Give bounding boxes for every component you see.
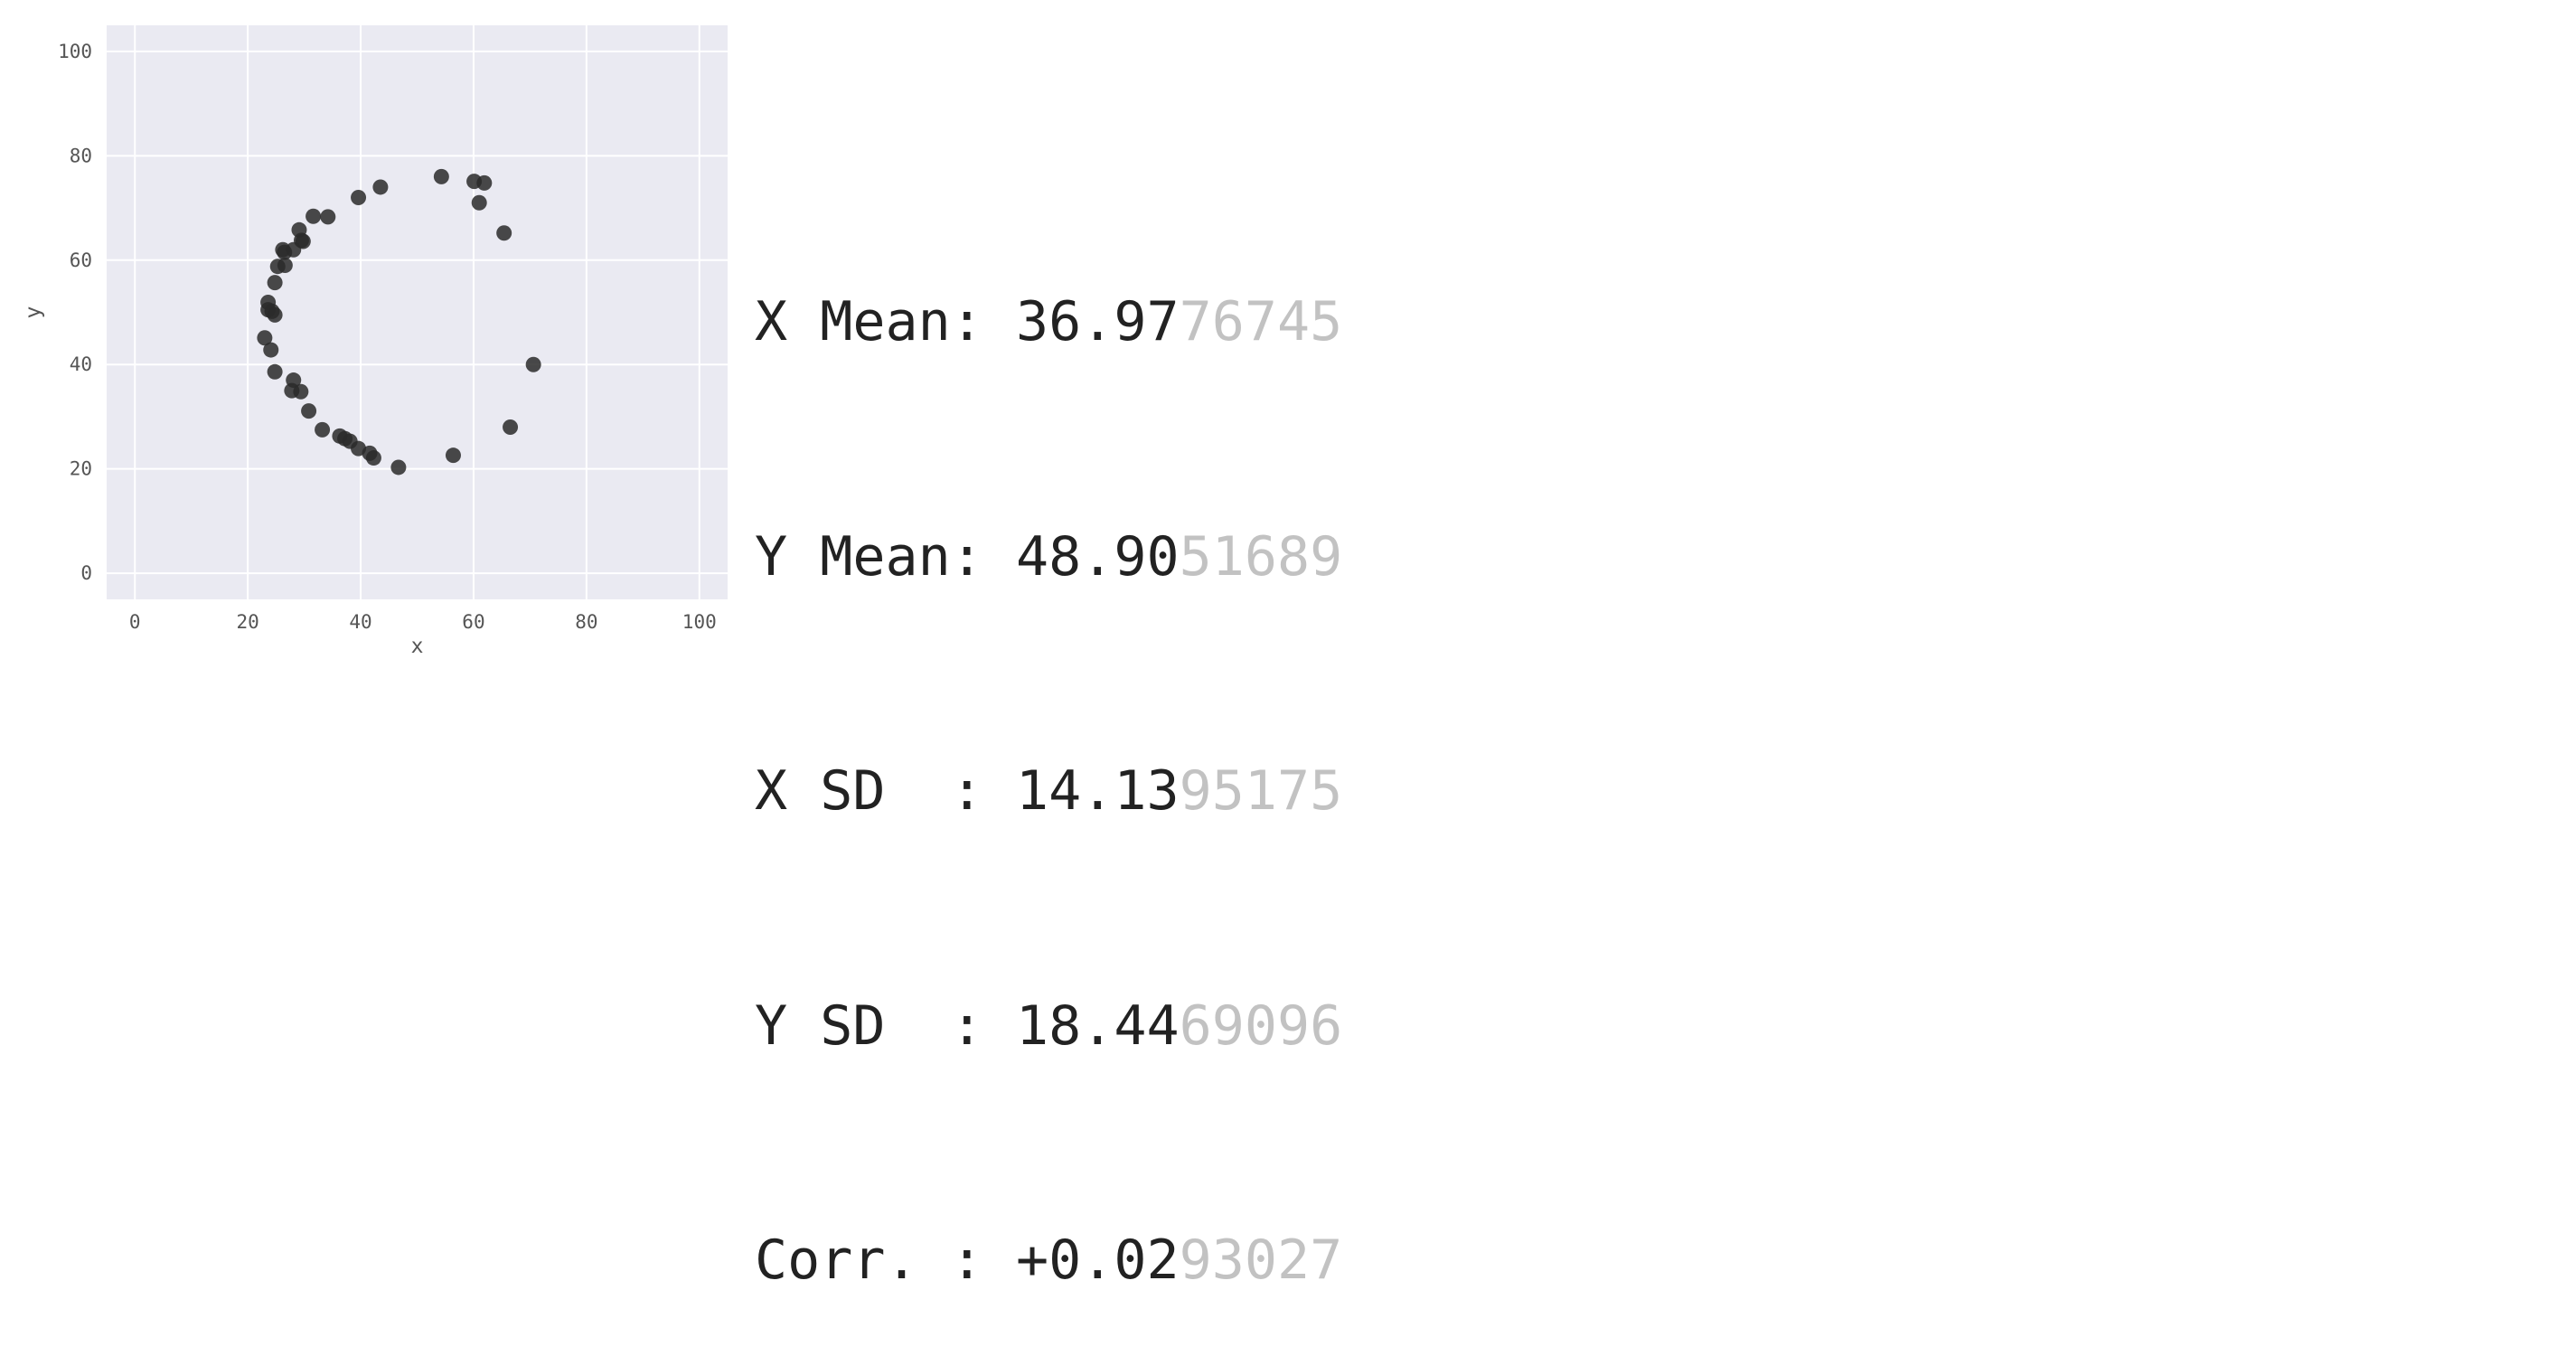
stat-row-x-sd: X SD : 14.1395175 [755, 752, 1342, 831]
data-point [293, 383, 309, 400]
data-point [277, 244, 293, 260]
stat-value-faded: 93027 [1179, 1229, 1343, 1292]
chart-svg: 0 20 40 60 80 100 0 20 40 60 80 100 x y [22, 25, 728, 658]
stat-label: X SD : [755, 759, 1016, 823]
data-point [525, 356, 541, 372]
data-point [269, 259, 286, 275]
y-tick-label: 80 [70, 145, 92, 166]
data-point [306, 208, 322, 224]
y-axis-label: y [22, 306, 45, 319]
data-point [433, 168, 449, 184]
data-point [267, 363, 283, 380]
stat-value-faded: 76745 [1179, 290, 1343, 353]
y-tick-label: 60 [70, 250, 92, 271]
data-point [267, 275, 283, 291]
y-tick-label: 40 [70, 353, 92, 375]
data-point [476, 174, 493, 191]
stat-row-x-mean: X Mean: 36.9776745 [755, 283, 1342, 362]
data-point [320, 209, 336, 225]
stat-label: X Mean: [755, 290, 1016, 353]
stat-value: +0.02 [1015, 1229, 1180, 1292]
x-axis-label: x [411, 635, 424, 658]
x-tick-label: 80 [575, 611, 597, 633]
stat-row-corr: Corr. : +0.0293027 [755, 1221, 1342, 1300]
stat-label: Y Mean: [755, 524, 1016, 589]
stat-value: 48.90 [1015, 524, 1180, 589]
scatter-chart: 0 20 40 60 80 100 0 20 40 60 80 100 x y [0, 0, 741, 678]
data-point [390, 459, 407, 476]
x-tick-label: 100 [682, 611, 717, 633]
summary-stats-panel: X Mean: 36.9776745 Y Mean: 48.9051689 X … [755, 127, 1342, 1356]
x-tick-label: 0 [129, 611, 141, 633]
data-point [301, 403, 317, 419]
stat-value-faded: 51689 [1179, 524, 1343, 589]
data-point [496, 225, 512, 241]
data-point [315, 421, 331, 438]
y-tick-label: 20 [70, 458, 92, 480]
stat-row-y-sd: Y SD : 18.4469096 [755, 987, 1342, 1066]
stat-label: Corr. : [755, 1229, 1016, 1292]
data-point [267, 306, 283, 323]
stat-row-y-mean: Y Mean: 48.9051689 [755, 518, 1342, 597]
y-tick-label: 0 [80, 562, 92, 584]
data-point [351, 190, 367, 205]
data-point [503, 419, 519, 435]
stat-value-faded: 95175 [1179, 759, 1343, 823]
plot-background [107, 25, 728, 599]
stat-value: 18.44 [1015, 993, 1180, 1058]
stat-label: Y SD : [755, 993, 1016, 1058]
y-tick-label: 100 [58, 41, 92, 62]
stat-value: 36.97 [1015, 290, 1180, 353]
data-point [445, 447, 461, 464]
data-point [471, 194, 487, 211]
data-point [365, 450, 381, 466]
x-tick-label: 40 [349, 611, 371, 633]
x-tick-label: 60 [462, 611, 484, 633]
data-point [263, 342, 279, 358]
stat-value: 14.13 [1015, 759, 1180, 823]
x-tick-label: 20 [236, 611, 259, 633]
stat-value-faded: 69096 [1179, 993, 1343, 1058]
data-point [372, 179, 389, 195]
